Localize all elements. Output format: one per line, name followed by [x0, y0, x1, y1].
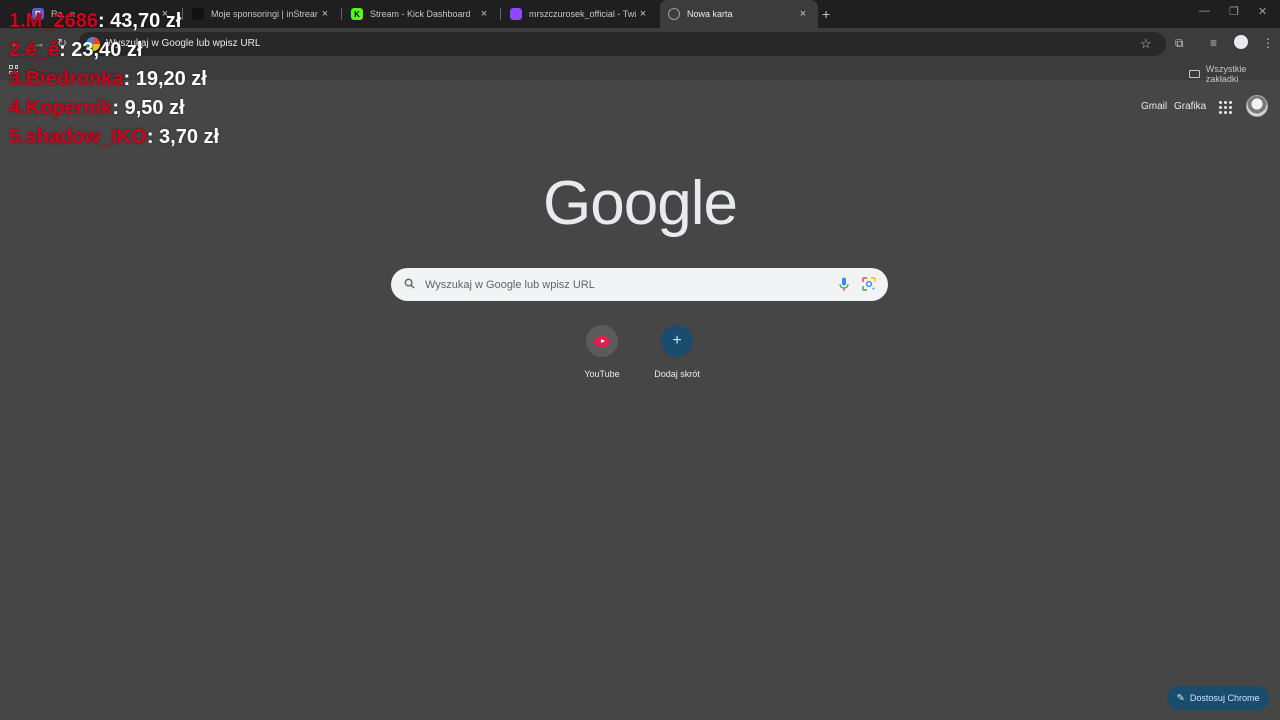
google-apps-icon[interactable]: [1219, 101, 1232, 114]
search-icon: [404, 278, 415, 289]
donation-amount: : 3,70 zł: [146, 126, 220, 148]
donor-name: 1.M_2686: [9, 10, 98, 32]
profile-icon[interactable]: [1234, 35, 1248, 49]
close-icon[interactable]: ×: [477, 8, 491, 20]
donation-amount: : 9,50 zł: [112, 97, 185, 119]
tab-3[interactable]: K Stream - Kick Dashboard ×: [343, 0, 499, 28]
kick-icon: K: [351, 8, 363, 20]
google-logo: Google: [543, 169, 738, 238]
donation-row: 1.M_2686: 43,70 zł: [9, 7, 219, 36]
shortcut-tile[interactable]: [586, 325, 618, 357]
all-bookmarks-label: Wszystkie zakładki: [1205, 64, 1247, 84]
shortcut-tile[interactable]: +: [661, 325, 693, 357]
gmail-link[interactable]: Gmail: [1141, 101, 1167, 112]
microphone-icon[interactable]: [839, 277, 849, 292]
address-bar[interactable]: Wyszukaj w Google lub wpisz URL ☆: [78, 32, 1166, 56]
tab-5-active[interactable]: Nowa karta ×: [660, 0, 818, 28]
tab-title: Nowa karta: [687, 9, 733, 19]
donation-row: 3.Biedronka: 19,20 zł: [9, 65, 219, 94]
donor-name: 3.Biedronka: [9, 68, 124, 90]
tab-4[interactable]: mrszczurosek_official - Twitch ×: [502, 0, 658, 28]
reading-list-icon[interactable]: ≡: [1210, 36, 1217, 50]
bookmark-star-icon[interactable]: ☆: [1140, 36, 1152, 52]
new-tab-button[interactable]: +: [822, 6, 830, 22]
donor-name: 5.shadow_IKO: [9, 126, 147, 148]
close-icon[interactable]: ×: [636, 8, 650, 20]
chrome-icon: [668, 8, 680, 20]
shortcut-youtube[interactable]: YouTube: [562, 325, 642, 379]
shortcut-add[interactable]: + Dodaj skrót: [637, 325, 717, 379]
search-box[interactable]: [391, 268, 888, 301]
folder-icon: [1189, 70, 1200, 78]
donation-amount: : 43,70 zł: [97, 10, 182, 32]
extensions-icon[interactable]: ⧉: [1175, 36, 1184, 51]
avatar[interactable]: [1246, 95, 1268, 117]
minimize-icon[interactable]: —: [1199, 5, 1210, 17]
customize-chrome-button[interactable]: ✎ Dostosuj Chrome: [1167, 686, 1269, 710]
all-bookmarks-button[interactable]: Wszystkie zakładki: [1189, 64, 1280, 84]
tab-title: mrszczurosek_official - Twitch: [529, 9, 636, 19]
donation-row: 2.é_ě: 23,40 zł: [9, 36, 219, 65]
search-input[interactable]: [425, 275, 825, 294]
donation-row: 5.shadow_IKO: 3,70 zł: [9, 123, 219, 152]
maximize-icon[interactable]: ❐: [1229, 5, 1239, 18]
donation-row: 4.Kopernik: 9,50 zł: [9, 94, 219, 123]
images-link[interactable]: Grafika: [1174, 101, 1206, 112]
close-icon[interactable]: ×: [796, 8, 810, 20]
youtube-icon: [594, 335, 610, 347]
shortcut-label: YouTube: [584, 369, 620, 379]
menu-icon[interactable]: ⋮: [1262, 36, 1274, 50]
tab-title: Stream - Kick Dashboard: [370, 9, 471, 19]
donation-amount: : 19,20 zł: [123, 68, 207, 90]
google-lens-icon[interactable]: [862, 277, 876, 291]
tab-title: Moje sponsoringi | inStreamly: [211, 9, 318, 19]
window-close-icon[interactable]: ✕: [1258, 5, 1267, 18]
twitch-icon: [510, 8, 522, 20]
donation-leaderboard: 1.M_2686: 43,70 zł 2.é_ě: 23,40 zł 3.Bie…: [9, 7, 219, 152]
donor-name: 4.Kopernik: [9, 97, 113, 119]
shortcut-label: Dodaj skrót: [654, 369, 700, 379]
plus-icon: +: [672, 332, 682, 349]
donor-name: 2.é_ě: [9, 39, 60, 61]
customize-chrome-label: Dostosuj Chrome: [1189, 693, 1260, 703]
pencil-icon: ✎: [1176, 692, 1185, 704]
donation-amount: : 23,40 zł: [59, 39, 143, 61]
close-icon[interactable]: ×: [318, 8, 332, 20]
